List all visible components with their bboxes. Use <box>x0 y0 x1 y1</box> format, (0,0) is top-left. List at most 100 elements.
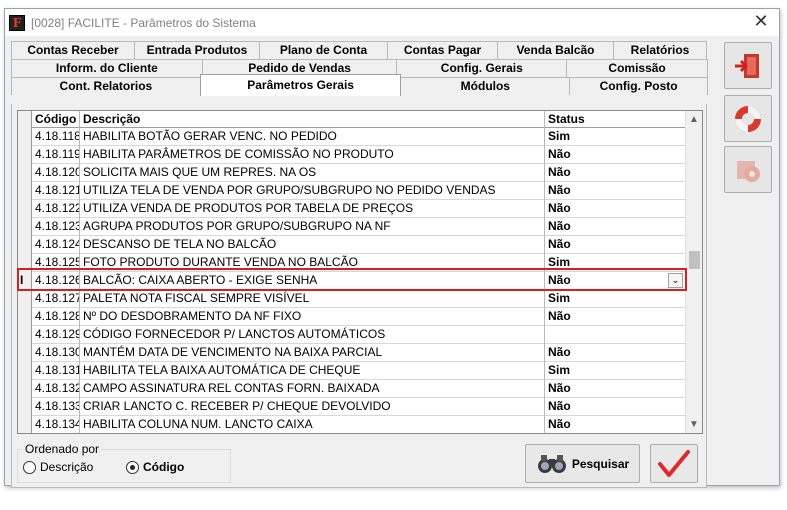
table-row[interactable]: 4.18.133 CRIAR LANCTO C. RECEBER P/ CHEQU… <box>18 398 702 416</box>
row-indicator[interactable] <box>18 254 32 272</box>
radio-codigo[interactable]: Código <box>126 460 184 474</box>
tab-modulos[interactable]: Módulos <box>400 77 571 95</box>
cell-status[interactable]: Não <box>545 200 687 218</box>
radio-descricao[interactable]: Descrição <box>23 460 93 474</box>
radio-codigo-circle[interactable] <box>126 460 139 474</box>
table-row[interactable]: 4.18.130 MANTÉM DATA DE VENCIMENTO NA BAI… <box>18 344 702 362</box>
table-row[interactable]: 4.18.118 HABILITA BOTÃO GERAR VENC. NO PE… <box>18 128 702 146</box>
row-indicator[interactable] <box>18 344 32 362</box>
cell-status[interactable]: Não <box>545 398 687 416</box>
confirm-button[interactable] <box>650 444 698 483</box>
table-row[interactable]: 4.18.123 AGRUPA PRODUTOS POR GRUPO/SUBGRU… <box>18 218 702 236</box>
tab-entrada-produtos[interactable]: Entrada Produtos <box>134 41 260 59</box>
cell-codigo: 4.18.123 <box>32 218 80 236</box>
tab-parametros-gerais[interactable]: Parâmetros Gerais <box>199 74 402 96</box>
row-indicator[interactable] <box>18 362 32 380</box>
row-indicator[interactable] <box>18 398 32 416</box>
table-row[interactable]: 4.18.131 HABILITA TELA BAIXA AUTOMÁTICA D… <box>18 362 702 380</box>
scroll-up-icon[interactable]: ▲ <box>686 111 702 128</box>
search-button[interactable]: Pesquisar <box>525 444 640 483</box>
cell-codigo: 4.18.120 <box>32 164 80 182</box>
tab-inform-cliente[interactable]: Inform. do Cliente <box>11 59 203 77</box>
tab-contas-receber[interactable]: Contas Receber <box>11 41 135 59</box>
help-button[interactable] <box>724 95 772 142</box>
cell-status[interactable]: Sim <box>545 290 687 308</box>
cell-status[interactable]: Não <box>545 164 687 182</box>
radio-descricao-circle[interactable] <box>23 460 36 474</box>
grid-scrollbar[interactable]: ▲ ▼ <box>685 111 702 433</box>
row-indicator[interactable] <box>18 146 32 164</box>
tab-venda-balcao[interactable]: Venda Balcão <box>497 41 614 59</box>
cell-status[interactable]: Não <box>545 182 687 200</box>
table-row[interactable]: 4.18.134 HABILITA COLUNA NUM. LANCTO CAIX… <box>18 416 702 433</box>
tab-config-posto[interactable]: Config. Posto <box>569 77 708 95</box>
cell-status[interactable]: Sim <box>545 254 687 272</box>
cell-descricao: CÓDIGO FORNECEDOR P/ LANCTOS AUTOMÁTICOS <box>80 326 545 344</box>
cell-descricao: HABILITA COLUNA NUM. LANCTO CAIXA <box>80 416 545 433</box>
cell-status[interactable]: Sim <box>545 362 687 380</box>
cell-status[interactable]: Não <box>545 380 687 398</box>
table-row[interactable]: 4.18.125 FOTO PRODUTO DURANTE VENDA NO BA… <box>18 254 702 272</box>
cell-status[interactable]: Não <box>545 308 687 326</box>
status-value: Sim <box>548 255 571 269</box>
close-button[interactable]: ✕ <box>753 12 769 30</box>
cell-codigo: 4.18.129 <box>32 326 80 344</box>
cell-descricao: CAMPO ASSINATURA REL CONTAS FORN. BAIXAD… <box>80 380 545 398</box>
row-indicator[interactable] <box>18 128 32 146</box>
table-row[interactable]: 4.18.128 Nº DO DESDOBRAMENTO DA NF FIXO Nã… <box>18 308 702 326</box>
table-row[interactable]: 4.18.127 PALETA NOTA FISCAL SEMPRE VISÍVE… <box>18 290 702 308</box>
cell-codigo: 4.18.134 <box>32 416 80 433</box>
row-indicator[interactable] <box>18 416 32 433</box>
radio-codigo-label: Código <box>143 460 185 474</box>
tab-relatorios[interactable]: Relatórios <box>613 41 707 59</box>
row-indicator[interactable] <box>18 182 32 200</box>
cell-status[interactable]: Sim <box>545 128 687 146</box>
parameters-grid[interactable]: Código Descrição Status 4.18.118 HABILITA… <box>17 110 703 434</box>
row-indicator[interactable] <box>18 164 32 182</box>
chevron-down-icon[interactable]: ⌄ <box>668 273 683 288</box>
cell-status[interactable]: Não <box>545 146 687 164</box>
scroll-thumb[interactable] <box>689 251 700 269</box>
header-descricao[interactable]: Descrição <box>80 111 545 128</box>
header-codigo[interactable]: Código <box>32 111 80 128</box>
row-indicator[interactable] <box>18 200 32 218</box>
tab-config-gerais[interactable]: Config. Gerais <box>396 59 568 77</box>
cell-status[interactable]: Não <box>545 416 687 433</box>
exit-button[interactable] <box>724 42 772 89</box>
table-row[interactable]: 4.18.120 SOLICITA MAIS QUE UM REPRES. NA … <box>18 164 702 182</box>
tab-plano-de-conta[interactable]: Plano de Conta <box>259 41 388 59</box>
tab-contas-pagar[interactable]: Contas Pagar <box>387 41 498 59</box>
row-indicator[interactable] <box>18 218 32 236</box>
tab-cont-relatorios[interactable]: Cont. Relatorios <box>11 77 201 95</box>
cell-descricao: HABILITA PARÂMETROS DE COMISSÃO NO PRODU… <box>80 146 545 164</box>
cell-descricao: HABILITA BOTÃO GERAR VENC. NO PEDIDO <box>80 128 545 146</box>
scroll-down-icon[interactable]: ▼ <box>686 416 702 433</box>
cell-status[interactable]: Não <box>545 344 687 362</box>
table-row[interactable]: 4.18.121 UTILIZA TELA DE VENDA POR GRUPO/… <box>18 182 702 200</box>
table-row[interactable]: 4.18.124 DESCANSO DE TELA NO BALCÃO Não <box>18 236 702 254</box>
table-row[interactable]: 4.18.129 CÓDIGO FORNECEDOR P/ LANCTOS AUT… <box>18 326 702 344</box>
status-value: Não <box>548 309 571 323</box>
order-by-legend: Ordenado por <box>23 442 102 456</box>
table-row[interactable]: 4.18.132 CAMPO ASSINATURA REL CONTAS FORN… <box>18 380 702 398</box>
cell-status[interactable]: Não <box>545 218 687 236</box>
main-window: F [0028] FACILITE - Parâmetros do Sistem… <box>4 8 780 488</box>
tab-comissao[interactable]: Comissão <box>566 59 708 77</box>
header-status[interactable]: Status <box>545 111 687 128</box>
settings-button[interactable] <box>724 146 772 193</box>
row-indicator[interactable] <box>18 290 32 308</box>
row-indicator[interactable] <box>18 308 32 326</box>
table-row[interactable]: 4.18.122 UTILIZA VENDA DE PRODUTOS POR TA… <box>18 200 702 218</box>
status-value: Não <box>548 165 571 179</box>
cell-status[interactable]: Não ⌄ <box>545 272 687 290</box>
row-indicator[interactable] <box>18 326 32 344</box>
table-row[interactable]: 4.18.119 HABILITA PARÂMETROS DE COMISSÃO … <box>18 146 702 164</box>
cell-status[interactable]: Não <box>545 236 687 254</box>
cell-status[interactable] <box>545 326 687 344</box>
status-value: Não <box>548 417 571 431</box>
row-indicator[interactable] <box>18 380 32 398</box>
table-row-selected[interactable]: I 4.18.126 BALCÃO: CAIXA ABERTO - EXIGE SE… <box>18 272 702 290</box>
order-by-group: Ordenado por Descrição Código <box>17 442 231 483</box>
row-indicator[interactable]: I <box>18 272 32 290</box>
row-indicator[interactable] <box>18 236 32 254</box>
